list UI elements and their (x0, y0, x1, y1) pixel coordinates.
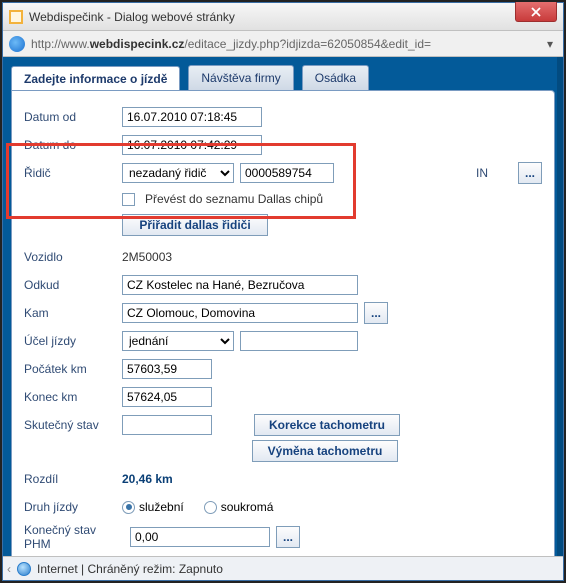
url-text: http://www.webdispecink.cz/editace_jizdy… (31, 37, 543, 51)
ie-icon (9, 36, 25, 52)
tab-company-visit[interactable]: Návštěva firmy (188, 65, 293, 90)
status-bar: ‹ Internet | Chráněný režim: Zapnuto (3, 556, 563, 580)
value-rozdil: 20,46 km (122, 472, 173, 486)
content-area: Zadejte informace o jízdě Návštěva firmy… (3, 57, 563, 556)
internet-zone-icon (17, 562, 31, 576)
label-vin: IN (476, 166, 488, 180)
scrollbar-placeholder (557, 57, 563, 556)
checkbox-prevest-dallas[interactable] (122, 193, 135, 206)
tab-crew[interactable]: Osádka (302, 65, 369, 90)
label-odkud: Odkud (24, 278, 116, 292)
vin-more-button[interactable]: ... (518, 162, 542, 184)
label-kam: Kam (24, 306, 116, 320)
label-soukroma: soukromá (221, 500, 274, 514)
label-pocatek-km: Počátek km (24, 362, 116, 376)
title-bar: Webdispečink - Dialog webové stránky (3, 3, 563, 31)
label-skutecny-stav: Skutečný stav (24, 418, 116, 432)
kam-more-button[interactable]: ... (364, 302, 388, 324)
input-kam[interactable] (122, 303, 358, 323)
input-konecny-phm[interactable] (130, 527, 270, 547)
form-panel: Datum od Datum do Řidič nezadaný řidič I… (11, 90, 555, 556)
label-datum-od: Datum od (24, 110, 116, 124)
label-druh: Druh jízdy (24, 500, 116, 514)
input-datum-od[interactable] (122, 107, 262, 127)
status-chevron-icon: ‹ (7, 562, 11, 576)
label-sluzebni: služební (139, 500, 184, 514)
radio-soukroma[interactable] (204, 501, 217, 514)
close-icon (531, 7, 541, 17)
input-odkud[interactable] (122, 275, 358, 295)
radio-sluzebni[interactable] (122, 501, 135, 514)
label-vozidlo: Vozidlo (24, 250, 116, 264)
input-skutecny-stav[interactable] (122, 415, 212, 435)
label-ucel: Účel jízdy (24, 334, 116, 348)
input-dallas-number[interactable] (240, 163, 334, 183)
label-prevest-dallas: Převést do seznamu Dallas chipů (145, 192, 323, 206)
tacho-correction-button[interactable]: Korekce tachometru (254, 414, 400, 436)
tab-strip: Zadejte informace o jízdě Návštěva firmy… (11, 65, 555, 90)
select-ridic[interactable]: nezadaný řidič (122, 163, 234, 183)
address-dropdown-icon[interactable]: ▾ (543, 37, 557, 51)
app-favicon-icon (9, 10, 23, 24)
input-pocatek-km[interactable] (122, 359, 212, 379)
tacho-exchange-button[interactable]: Výměna tachometru (252, 440, 398, 462)
phm-more-button[interactable]: ... (276, 526, 300, 548)
input-konec-km[interactable] (122, 387, 212, 407)
window-title: Webdispečink - Dialog webové stránky (29, 10, 235, 24)
value-vozidlo: 2M50003 (122, 250, 172, 264)
input-datum-do[interactable] (122, 135, 262, 155)
label-datum-do: Datum do (24, 138, 116, 152)
assign-dallas-button[interactable]: Přiřadit dallas řidiči (122, 214, 268, 236)
select-ucel[interactable]: jednání (122, 331, 234, 351)
tab-ride-info[interactable]: Zadejte informace o jízdě (11, 66, 180, 91)
address-bar: http://www.webdispecink.cz/editace_jizdy… (3, 31, 563, 57)
label-konecny-phm: Konečný stav PHM (24, 523, 124, 551)
window-close-button[interactable] (515, 2, 557, 22)
label-rozdil: Rozdíl (24, 472, 116, 486)
label-ridic: Řidič (24, 166, 116, 180)
input-ucel-extra[interactable] (240, 331, 358, 351)
label-konec-km: Konec km (24, 390, 116, 404)
status-text: Internet | Chráněný režim: Zapnuto (37, 562, 223, 576)
